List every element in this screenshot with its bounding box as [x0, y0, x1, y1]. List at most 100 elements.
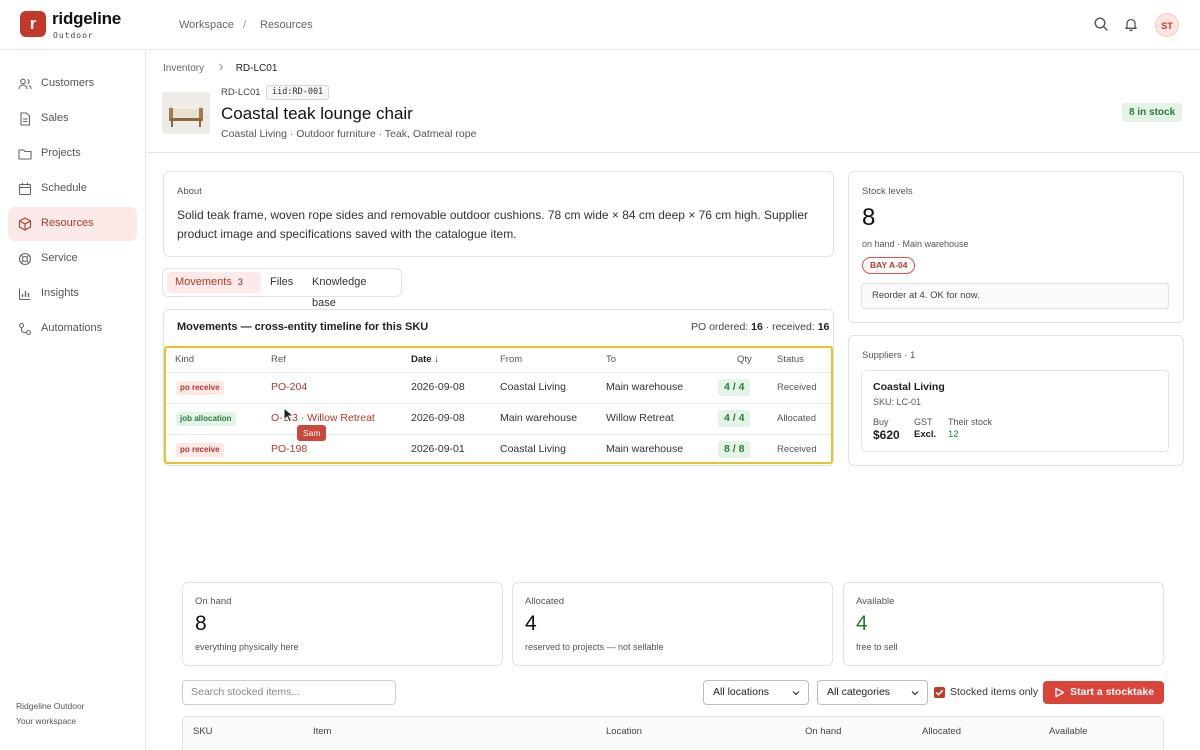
col-header-item[interactable]: Item — [313, 726, 331, 737]
bar-chart-icon — [18, 288, 31, 301]
sidebar-item-customers[interactable]: Customers — [8, 67, 137, 101]
suppliers-label: Suppliers · 1 — [862, 350, 916, 361]
logo-mark[interactable]: r — [20, 11, 46, 37]
item-iid-chip[interactable]: iid:RD-001 — [266, 85, 330, 100]
stocked-only-checkbox[interactable] — [934, 687, 945, 698]
top-crumb-resources[interactable]: Resources — [260, 19, 313, 31]
sidebar-item-label: Sales — [41, 112, 69, 124]
po-ordered-value: 16 — [751, 321, 763, 333]
logo-subtitle: Outdoor — [53, 31, 94, 40]
stat-description: reserved to projects — not sellable — [525, 642, 664, 652]
sidebar-item-label: Schedule — [41, 182, 87, 194]
breadcrumb: Inventory RD-LC01 — [163, 63, 277, 74]
box-icon — [18, 217, 32, 231]
page-title: Coastal teak lounge chair — [221, 104, 413, 123]
sidebar-item-automations[interactable]: Automations — [8, 312, 137, 346]
detail-tabs: Movements 3 Files Knowledge base — [162, 268, 402, 309]
chevron-down-icon — [911, 691, 919, 696]
supplier-sku: SKU: LC-01 — [873, 397, 922, 407]
logo-name[interactable]: ridgeline — [52, 9, 121, 29]
sidebar-item-label: Service — [41, 252, 78, 264]
stat-description: free to sell — [856, 642, 898, 652]
reorder-notice: Reorder at 4. OK for now. — [861, 283, 1169, 309]
sidebar-item-insights[interactable]: Insights — [8, 277, 137, 311]
col-header-sku[interactable]: SKU — [193, 726, 213, 737]
stat-value: 4 — [856, 612, 868, 635]
top-crumb-workspace[interactable]: Workspace — [179, 19, 234, 31]
their-stock-value: 12 — [948, 429, 959, 440]
stat-description: everything physically here — [195, 642, 299, 652]
stat-label: On hand — [195, 596, 232, 607]
search-icon[interactable] — [1093, 16, 1109, 32]
start-stocktake-label: Start a stocktake — [1070, 686, 1155, 698]
tab-knowledge-base[interactable]: Knowledge base — [304, 272, 401, 309]
col-header-allocated[interactable]: Allocated — [922, 726, 961, 737]
po-ordered-label: PO ordered: — [691, 321, 749, 333]
sidebar-item-resources[interactable]: Resources — [8, 207, 137, 241]
about-card: About Solid teak frame, woven rope sides… — [163, 171, 834, 257]
about-label: About — [177, 186, 202, 197]
highlight-outline — [164, 346, 833, 464]
category-select-value: All categories — [827, 686, 891, 698]
col-header-available[interactable]: Available — [1049, 726, 1087, 737]
stat-label: Available — [856, 596, 895, 607]
on-hand-value: 8 — [862, 204, 876, 231]
sidebar-item-service[interactable]: Service — [8, 242, 137, 276]
stat-card-available — [843, 582, 1164, 666]
stat-card-on-hand — [182, 582, 503, 666]
play-icon — [1055, 687, 1065, 698]
category-select[interactable]: All categories — [817, 680, 928, 705]
movements-title: Movements — cross-entity timeline for th… — [177, 321, 429, 333]
flow-icon — [18, 322, 32, 336]
tab-movements[interactable]: Movements 3 — [167, 272, 261, 293]
stat-value: 4 — [525, 612, 537, 635]
breadcrumb-inventory[interactable]: Inventory — [163, 63, 204, 74]
sidebar-item-label: Projects — [41, 147, 81, 159]
sidebar-item-sales[interactable]: Sales — [8, 102, 137, 136]
col-header-on-hand[interactable]: On hand — [805, 726, 841, 737]
sidebar-item-label: Resources — [41, 217, 94, 229]
col-header-location[interactable]: Location — [606, 726, 642, 737]
workspace-label: Your workspace — [16, 716, 77, 726]
tab-movements-label: Movements — [175, 276, 232, 288]
po-received-value: 16 — [817, 321, 830, 333]
chevron-right-icon — [219, 63, 224, 71]
document-icon — [20, 112, 31, 126]
sidebar-item-label: Automations — [41, 322, 103, 334]
mouse-cursor-icon — [283, 407, 295, 423]
search-input[interactable]: Search stocked items... — [182, 680, 396, 705]
tab-files[interactable]: Files — [262, 272, 301, 293]
item-subtitle: Coastal Living · Outdoor furniture · Tea… — [221, 128, 477, 140]
on-hand-location: on hand · Main warehouse — [862, 239, 969, 249]
sidebar-item-schedule[interactable]: Schedule — [8, 172, 137, 206]
sidebar: Customers Sales Projects Schedule Resour… — [0, 50, 146, 750]
about-text-line-2: product image and specifications saved w… — [177, 227, 517, 241]
about-text-line-1: Solid teak frame, woven rope sides and r… — [177, 208, 809, 222]
bay-location-chip[interactable]: BAY A-04 — [862, 257, 916, 274]
supplier-name: Coastal Living — [873, 381, 945, 393]
bell-icon[interactable] — [1123, 16, 1139, 32]
gst-label: GST — [914, 417, 933, 427]
buy-price: $620 — [873, 428, 900, 442]
stocked-only-label[interactable]: Stocked items only — [950, 686, 1038, 698]
sidebar-item-label: Insights — [41, 287, 79, 299]
sidebar-item-label: Customers — [41, 77, 95, 89]
start-stocktake-button[interactable]: Start a stocktake — [1043, 681, 1164, 704]
users-icon — [18, 78, 32, 90]
workspace-org-name: Ridgeline Outdoor — [16, 701, 85, 711]
user-avatar[interactable]: ST — [1155, 13, 1179, 37]
their-stock-label: Their stock — [948, 417, 993, 427]
stat-value: 8 — [195, 612, 207, 635]
buy-label: Buy — [873, 417, 889, 427]
user-tooltip: Sam — [297, 425, 327, 441]
lifebuoy-icon — [18, 252, 32, 266]
sidebar-item-projects[interactable]: Projects — [8, 137, 137, 171]
calendar-icon — [18, 183, 32, 196]
chair-image-icon — [162, 92, 210, 134]
supplier-item[interactable]: Coastal Living SKU: LC-01 Buy $620 GST E… — [861, 370, 1169, 452]
location-select[interactable]: All locations — [703, 680, 809, 705]
po-received-label: · received: — [765, 321, 815, 333]
breadcrumb-current: RD-LC01 — [235, 63, 278, 74]
top-crumb-separator: / — [243, 19, 247, 31]
folder-icon — [18, 149, 32, 160]
